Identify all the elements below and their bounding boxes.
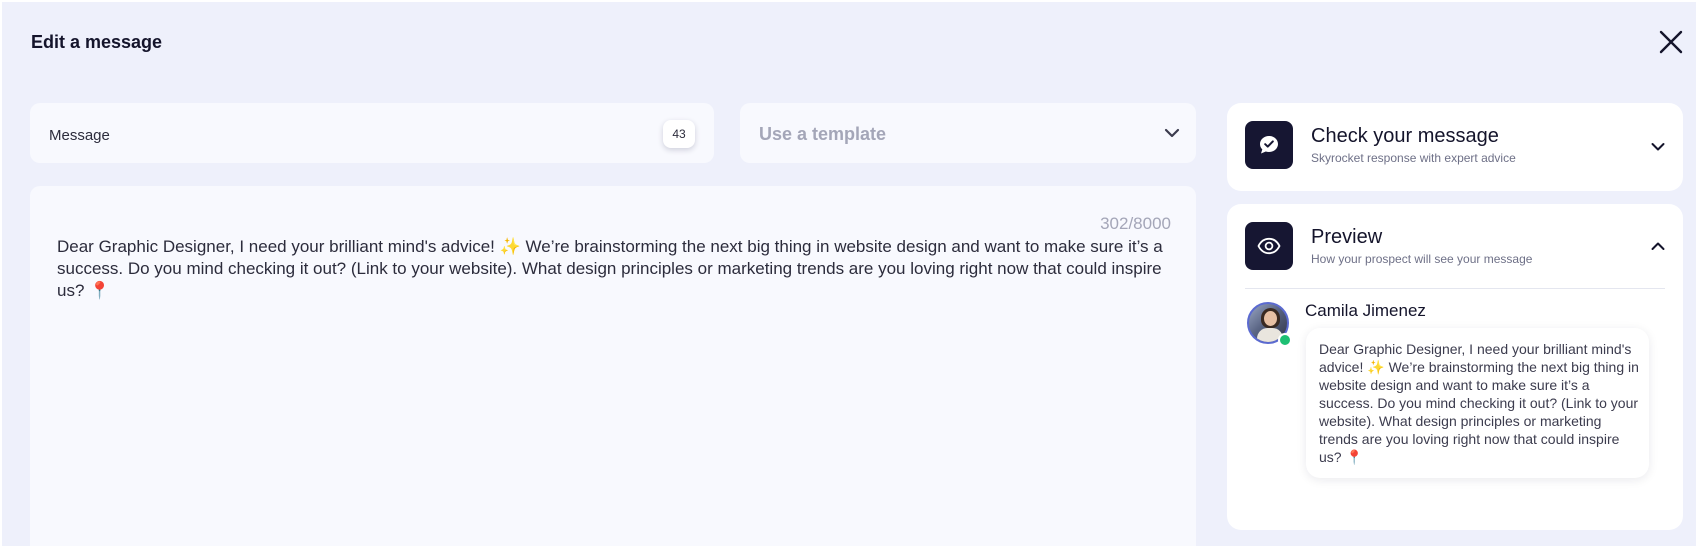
preview-card: Preview How your prospect will see your … [1227, 204, 1683, 530]
close-button[interactable] [1657, 28, 1685, 56]
chevron-down-icon [1164, 128, 1180, 138]
message-bubble-text: Dear Graphic Designer, I need your brill… [1319, 341, 1639, 465]
check-message-icon-tile [1245, 121, 1293, 169]
preview-title: Preview [1311, 226, 1383, 248]
preview-divider [1245, 288, 1665, 289]
template-select[interactable]: Use a template [740, 103, 1196, 163]
sender-name: Camila Jimenez [1305, 301, 1426, 320]
chevron-up-icon[interactable] [1650, 238, 1666, 254]
message-bubble: Dear Graphic Designer, I need your brill… [1306, 328, 1649, 478]
message-field[interactable]: Message 43 [30, 103, 714, 163]
chevron-down-icon[interactable] [1650, 139, 1666, 155]
template-select-placeholder: Use a template [759, 124, 887, 144]
modal-title: Edit a message [31, 32, 163, 52]
edit-message-modal: Edit a message Message 43 Use a template… [2, 2, 1696, 546]
message-editor[interactable]: 302/8000 Dear Graphic Designer, I need y… [30, 186, 1196, 546]
check-message-subtitle: Skyrocket response with expert advice [1311, 151, 1516, 165]
close-icon [1659, 30, 1683, 54]
avatar [1247, 302, 1292, 347]
message-field-label: Message [49, 127, 110, 144]
chat-check-icon [1260, 136, 1278, 154]
check-message-title: Check your message [1311, 125, 1499, 147]
online-status-icon [1278, 333, 1292, 347]
preview-subtitle: How your prospect will see your message [1311, 252, 1533, 266]
check-message-card[interactable]: Check your message Skyrocket response wi… [1227, 103, 1683, 191]
message-text[interactable]: Dear Graphic Designer, I need your brill… [57, 236, 1172, 302]
message-count-badge: 43 [663, 120, 695, 148]
eye-icon [1257, 237, 1281, 255]
preview-icon-tile [1245, 222, 1293, 270]
character-count: 302/8000 [1100, 214, 1171, 233]
